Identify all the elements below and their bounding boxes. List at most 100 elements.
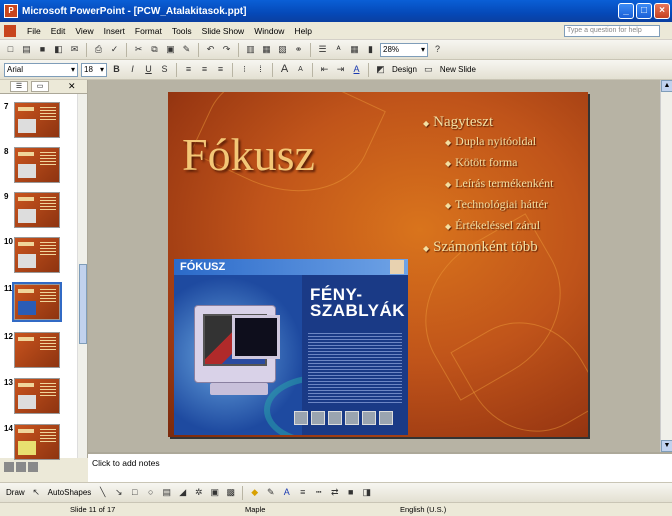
paste-icon[interactable]: ▣ (164, 43, 177, 56)
close-button[interactable]: × (654, 3, 670, 19)
new-slide-button[interactable]: New Slide (438, 65, 478, 74)
permission-icon[interactable]: ◧ (52, 43, 65, 56)
diagram-icon[interactable]: ✲ (192, 486, 205, 499)
color-grayscale-icon[interactable]: ▮ (364, 43, 377, 56)
menu-tools[interactable]: Tools (167, 26, 197, 36)
scroll-thumb[interactable] (79, 264, 87, 344)
slide-thumbnail-10[interactable]: 10 (4, 237, 60, 273)
line-color-icon[interactable]: ✎ (264, 486, 277, 499)
cut-icon[interactable]: ✂ (132, 43, 145, 56)
copy-icon[interactable]: ⧉ (148, 43, 161, 56)
tables-borders-icon[interactable]: ▧ (276, 43, 289, 56)
scroll-down-icon[interactable]: ▼ (661, 440, 672, 452)
clip-art-icon[interactable]: ▣ (208, 486, 221, 499)
increase-indent-icon[interactable]: ⇥ (334, 63, 347, 76)
open-icon[interactable]: ▤ (20, 43, 33, 56)
3d-style-icon[interactable]: ◨ (360, 486, 373, 499)
autoshapes-menu-button[interactable]: AutoShapes (46, 488, 94, 497)
scroll-up-icon[interactable]: ▲ (661, 80, 672, 92)
document-menu-icon[interactable] (4, 24, 16, 37)
bullets-icon[interactable]: ⁞ (254, 63, 267, 76)
picture-icon[interactable]: ▩ (224, 486, 237, 499)
menu-view[interactable]: View (70, 26, 98, 36)
dash-style-icon[interactable]: ┅ (312, 486, 325, 499)
help-search-input[interactable]: Type a question for help (564, 25, 660, 37)
current-slide[interactable]: Fókusz ◆ Nagyteszt ◆ Dupla nyitóoldal ◆ Köt… (168, 92, 588, 437)
arrow-icon[interactable]: ↘ (112, 486, 125, 499)
draw-menu-button[interactable]: Draw (4, 488, 27, 497)
align-left-icon[interactable]: ≡ (182, 63, 195, 76)
insert-chart-icon[interactable]: ▥ (244, 43, 257, 56)
expand-all-icon[interactable]: ☰ (316, 43, 329, 56)
maximize-button[interactable]: □ (636, 3, 652, 19)
new-slide-icon[interactable]: ▭ (422, 63, 435, 76)
magazine-spread-image[interactable]: FÓKUSZ FÉNY- SZABLYÁK (174, 259, 408, 435)
grid-icon[interactable]: ▦ (348, 43, 361, 56)
slide-thumbnail-11[interactable]: 11 (4, 282, 62, 322)
underline-icon[interactable]: U (142, 63, 155, 76)
fill-color-icon[interactable]: ◆ (248, 486, 261, 499)
menu-edit[interactable]: Edit (46, 26, 71, 36)
email-icon[interactable]: ✉ (68, 43, 81, 56)
design-icon[interactable]: ◩ (374, 63, 387, 76)
bold-icon[interactable]: B (110, 63, 123, 76)
new-icon[interactable]: □ (4, 43, 17, 56)
undo-icon[interactable]: ↶ (204, 43, 217, 56)
notes-pane[interactable]: Click to add notes (88, 452, 672, 482)
menu-slide-show[interactable]: Slide Show (197, 26, 250, 36)
numbering-icon[interactable]: ⁝ (238, 63, 251, 76)
outline-tab[interactable]: ☰ (10, 81, 28, 92)
italic-icon[interactable]: I (126, 63, 139, 76)
slide-thumbnail-13[interactable]: 13 (4, 378, 60, 414)
slide-thumbnail-12[interactable]: 12 (4, 332, 60, 368)
slide-sorter-icon[interactable] (16, 462, 26, 472)
font-color-draw-icon[interactable]: A (280, 486, 293, 499)
select-objects-icon[interactable]: ↖ (30, 486, 43, 499)
bullet-list[interactable]: ◆ Nagyteszt ◆ Dupla nyitóoldal ◆ Kötött for… (423, 114, 553, 259)
powerpoint-app-icon[interactable]: P (4, 4, 18, 18)
font-color-icon[interactable]: A (350, 63, 363, 76)
menu-file[interactable]: File (22, 26, 46, 36)
align-right-icon[interactable]: ≡ (214, 63, 227, 76)
slide-vertical-scrollbar[interactable]: ▲ ▼ (660, 80, 672, 452)
menu-window[interactable]: Window (249, 26, 289, 36)
menu-help[interactable]: Help (289, 26, 316, 36)
spelling-icon[interactable]: ✓ (108, 43, 121, 56)
redo-icon[interactable]: ↷ (220, 43, 233, 56)
menu-insert[interactable]: Insert (99, 26, 130, 36)
slide-thumbnail-14[interactable]: 14 (4, 424, 60, 460)
slide-thumbnail-7[interactable]: 7 (4, 102, 60, 138)
zoom-combo[interactable]: 28% (380, 42, 428, 57)
oval-icon[interactable]: ○ (144, 486, 157, 499)
insert-table-icon[interactable]: ▦ (260, 43, 273, 56)
font-size-combo[interactable]: 18 (81, 62, 107, 77)
decrease-font-icon[interactable]: A (294, 63, 307, 76)
normal-view-icon[interactable] (4, 462, 14, 472)
save-icon[interactable]: ■ (36, 43, 49, 56)
font-name-combo[interactable]: Arial (4, 62, 78, 77)
hyperlink-icon[interactable]: ⚭ (292, 43, 305, 56)
close-pane-icon[interactable]: ✕ (68, 81, 76, 92)
align-center-icon[interactable]: ≡ (198, 63, 211, 76)
shadow-style-icon[interactable]: ■ (344, 486, 357, 499)
design-button[interactable]: Design (390, 65, 419, 74)
shadow-icon[interactable]: S (158, 63, 171, 76)
minimize-button[interactable]: _ (618, 3, 634, 19)
slides-tab[interactable]: ▭ (31, 81, 49, 92)
decrease-indent-icon[interactable]: ⇤ (318, 63, 331, 76)
show-formatting-icon[interactable]: ᴬ (332, 43, 345, 56)
arrow-style-icon[interactable]: ⇄ (328, 486, 341, 499)
slide-thumbnail-9[interactable]: 9 (4, 192, 60, 228)
wordart-icon[interactable]: ◢ (176, 486, 189, 499)
rectangle-icon[interactable]: □ (128, 486, 141, 499)
menu-format[interactable]: Format (130, 26, 167, 36)
help-icon[interactable]: ? (431, 43, 444, 56)
slides-panel-scrollbar[interactable] (77, 94, 87, 458)
line-style-icon[interactable]: ≡ (296, 486, 309, 499)
print-icon[interactable]: ⎙ (92, 43, 105, 56)
slide-thumbnail-8[interactable]: 8 (4, 147, 60, 183)
text-box-icon[interactable]: ▤ (160, 486, 173, 499)
slide-show-icon[interactable] (28, 462, 38, 472)
slide-title[interactable]: Fókusz (182, 128, 315, 181)
line-icon[interactable]: ╲ (96, 486, 109, 499)
